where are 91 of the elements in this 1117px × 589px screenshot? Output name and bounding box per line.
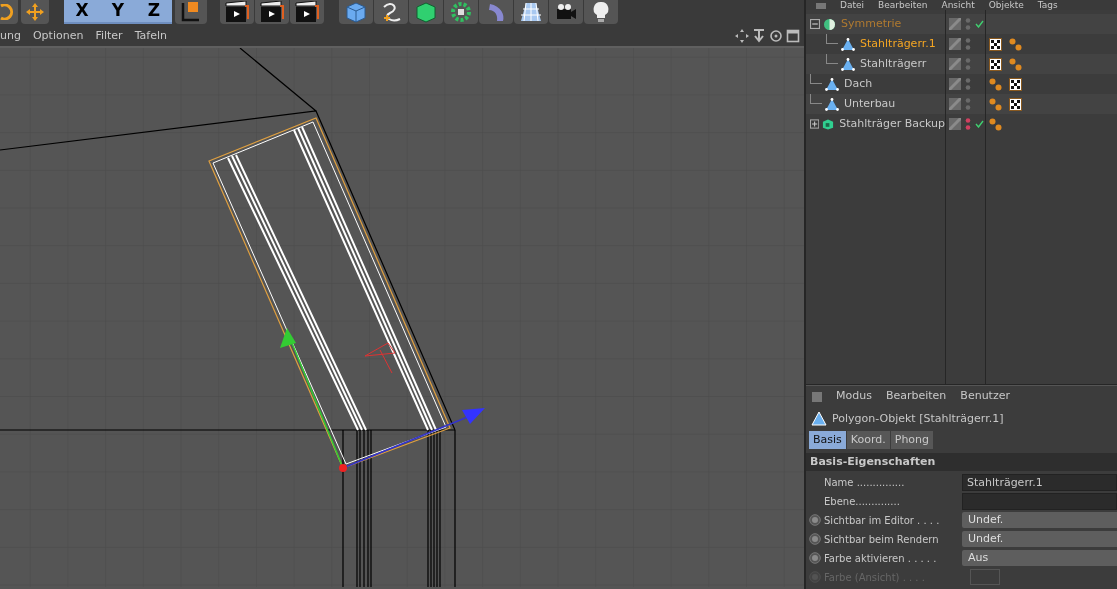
menu-item[interactable]: Objekte [988, 1, 1024, 10]
maximize-icon[interactable] [786, 29, 801, 43]
tab[interactable]: Koord. [846, 431, 890, 449]
menu-item[interactable]: Filter [95, 27, 123, 45]
object-title: Polygon-Objekt [Stahlträgerr.1] [832, 410, 1004, 427]
clapperboard-icon [260, 1, 284, 23]
grip-icon [812, 391, 822, 402]
menu-item[interactable]: Optionen [32, 27, 84, 45]
animation-radio[interactable] [809, 533, 821, 545]
visibility-dots-icon[interactable] [965, 37, 971, 51]
visibility-dots-icon[interactable] [965, 57, 971, 71]
polygon-object-icon [825, 97, 839, 111]
menu-item[interactable]: Bearbeiten [885, 388, 947, 405]
checker-texture-tag-icon[interactable] [1009, 77, 1022, 91]
visibility-dots-icon[interactable] [965, 17, 971, 31]
polygon-object-icon [841, 57, 855, 71]
floor-grid-icon [520, 1, 542, 23]
object-tool-button[interactable] [549, 0, 583, 24]
polygon-object-icon [810, 410, 828, 428]
object-tool-button[interactable] [514, 0, 548, 24]
checker-texture-tag-icon[interactable] [989, 57, 1002, 71]
check-icon[interactable] [975, 120, 984, 128]
field-label: Sichtbar beim Rendern [824, 532, 940, 547]
color-swatch[interactable] [970, 569, 1000, 585]
phong-tag-icon[interactable] [1009, 37, 1022, 51]
polygon-object-icon [825, 77, 839, 91]
dropdown[interactable]: Undef. [962, 512, 1117, 528]
rotate-icon [0, 4, 14, 20]
object-name[interactable]: Unterbau [844, 95, 896, 113]
menu-item[interactable]: Ansicht [941, 1, 975, 10]
field-label: Farbe aktivieren . . . . . [824, 551, 938, 566]
subdivision-cube-icon [415, 1, 437, 23]
axis-lock-button[interactable]: X [64, 0, 100, 24]
rotate-view-icon[interactable] [769, 29, 784, 43]
render-button[interactable] [255, 0, 289, 24]
move-icon [25, 2, 45, 22]
object-name[interactable]: Stahlträgerr.1 [860, 35, 936, 53]
dropdown[interactable]: Undef. [962, 531, 1117, 547]
axis-gizmo[interactable] [280, 328, 485, 472]
menu-item[interactable]: Bearbeiten [878, 1, 928, 10]
cube-icon [345, 1, 367, 23]
object-tool-button[interactable] [584, 0, 618, 24]
render-button[interactable] [220, 0, 254, 24]
clapperboard-icon [295, 1, 319, 23]
object-name[interactable]: Dach [844, 75, 873, 93]
object-tool-button[interactable] [374, 0, 408, 24]
visibility-dots-icon[interactable] [965, 117, 971, 131]
menu-item[interactable]: ung [0, 27, 21, 45]
grip-icon [816, 3, 826, 9]
render-button[interactable] [290, 0, 324, 24]
rotate-tool-button[interactable] [0, 0, 18, 24]
expand-toggle-icon[interactable] [810, 119, 820, 129]
object-name[interactable]: Stahlträger Backup [839, 115, 945, 133]
section-header: Basis-Eigenschaften [806, 453, 1117, 471]
move-tool-button[interactable] [21, 0, 49, 24]
checker-texture-tag-icon[interactable] [1009, 97, 1022, 111]
animation-radio[interactable] [809, 514, 821, 526]
phong-tag-icon[interactable] [989, 77, 1002, 91]
axis-lock-button[interactable]: Y [100, 0, 136, 24]
visibility-dots-icon[interactable] [965, 97, 971, 111]
menu-item[interactable]: Tags [1037, 1, 1058, 10]
phong-tag-icon[interactable] [989, 117, 1002, 131]
collapse-toggle-icon[interactable] [810, 19, 820, 29]
visibility-dots-icon[interactable] [965, 77, 971, 91]
text-field[interactable]: Stahlträgerr.1 [962, 473, 1117, 491]
pan-icon[interactable] [735, 29, 750, 43]
axis-lock-button[interactable]: Z [136, 0, 172, 24]
down-arrow-icon[interactable] [752, 29, 767, 43]
cube-array-icon [450, 1, 472, 23]
menu-item[interactable]: Tafeln [134, 27, 167, 45]
clapperboard-icon [225, 1, 249, 23]
animation-radio[interactable] [809, 552, 821, 564]
checker-texture-tag-icon[interactable] [989, 37, 1002, 51]
menu-item[interactable]: Datei [840, 1, 864, 10]
phong-tag-icon[interactable] [989, 97, 1002, 111]
menu-item[interactable]: Modus [836, 388, 872, 405]
coordinate-system-button[interactable] [175, 0, 207, 24]
object-name[interactable]: Stahlträgerr [860, 55, 927, 73]
check-icon[interactable] [975, 20, 984, 28]
text-field[interactable] [962, 492, 1117, 510]
field-label: Ebene.............. [824, 494, 901, 509]
null-object-icon [822, 117, 835, 131]
field-label: Name ............... [824, 475, 906, 490]
tab[interactable]: Phong [890, 431, 934, 449]
symmetry-icon [823, 17, 836, 31]
field-label: Sichtbar im Editor . . . . [824, 513, 941, 528]
menu-item[interactable]: Benutzer [960, 388, 1010, 405]
phong-tag-icon[interactable] [1009, 57, 1022, 71]
tab[interactable]: Basis [809, 431, 846, 449]
dropdown[interactable]: Aus [962, 550, 1117, 566]
polygon-object-icon [841, 37, 855, 51]
